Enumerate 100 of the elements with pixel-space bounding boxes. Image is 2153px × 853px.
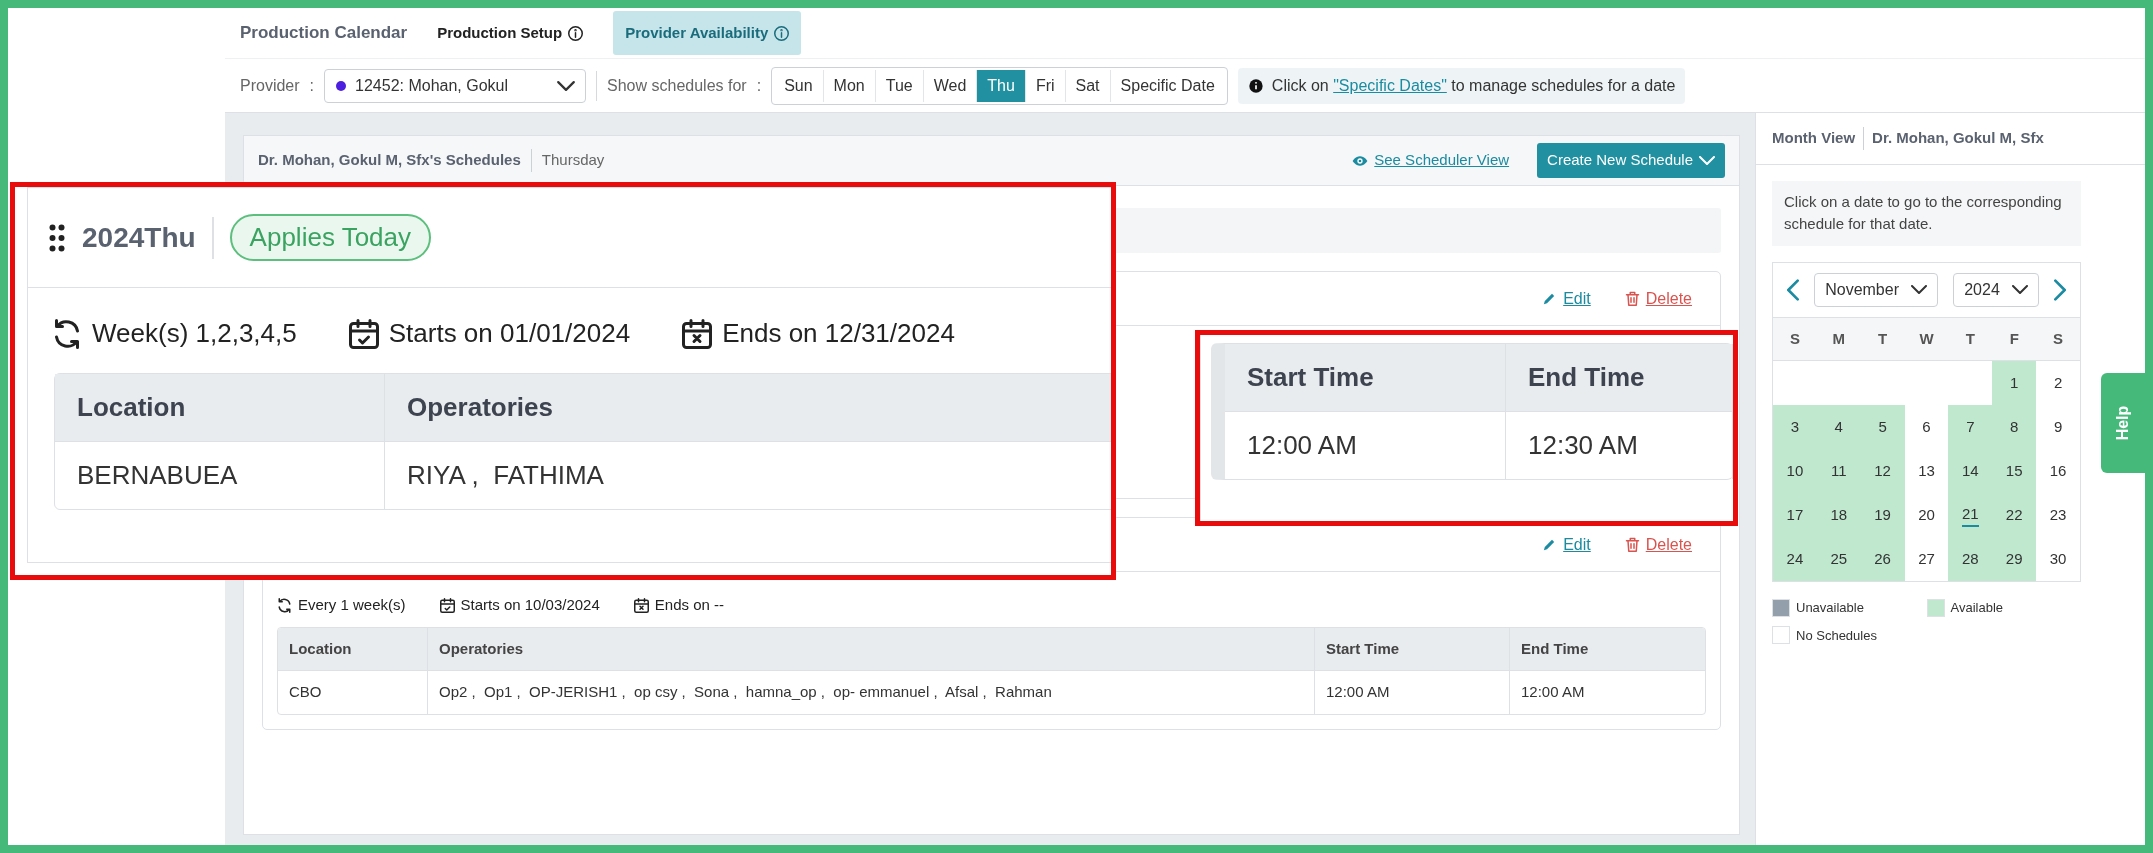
column-header: Location xyxy=(278,627,428,671)
info-icon xyxy=(568,25,584,41)
calendar-day[interactable]: 15 xyxy=(2005,459,2023,483)
calendar-day[interactable]: 19 xyxy=(1874,503,1891,527)
specific-dates-link[interactable]: "Specific Dates" xyxy=(1333,76,1447,94)
calendar-day[interactable]: 28 xyxy=(1962,547,1979,571)
day-toggle[interactable]: Sat xyxy=(1065,69,1111,102)
recurrence-text: Week(s) 1,2,3,4,5 xyxy=(92,317,297,350)
calendar-day[interactable]: 21 xyxy=(1962,502,1979,528)
weekday-label: M xyxy=(1831,328,1846,349)
delete-link[interactable]: Delete xyxy=(1624,286,1692,311)
column-header: Location xyxy=(55,374,385,442)
end-date-text: Ends on -- xyxy=(654,595,724,615)
tab[interactable]: Provider Availability xyxy=(613,10,802,56)
day-toggle[interactable]: Specific Date xyxy=(1110,69,1225,102)
calendar-day[interactable]: 12 xyxy=(1874,459,1891,483)
day-label: Thursday xyxy=(530,149,605,172)
table-cell: 12:00 AM xyxy=(1225,412,1506,479)
start-date-text: Starts on 10/03/2024 xyxy=(460,595,600,615)
info-text: Click on a date to go to the corresponding schedule for that date. xyxy=(1772,180,2081,246)
calendar-day[interactable]: 16 xyxy=(2049,459,2067,483)
calendar-day[interactable]: 24 xyxy=(1786,547,1804,571)
table-cell: CBO xyxy=(278,671,428,714)
delete-link[interactable]: Delete xyxy=(1624,532,1692,557)
field-label: Provider xyxy=(240,75,300,96)
end-date-text: Ends on 12/31/2024 xyxy=(722,317,955,350)
legend-label: Available xyxy=(1950,599,2004,617)
calendar-day[interactable]: 7 xyxy=(1966,415,1975,439)
day-toggle[interactable]: Mon xyxy=(823,69,876,102)
calendar-day[interactable]: 18 xyxy=(1830,503,1848,527)
calendar-day[interactable]: 30 xyxy=(2049,547,2067,571)
calendar-day[interactable]: 5 xyxy=(1878,415,1887,439)
calendar-day[interactable]: 8 xyxy=(2010,415,2019,439)
weekday-label: S xyxy=(2052,328,2065,349)
legend-label: Unavailable xyxy=(1796,599,1864,617)
sync-icon xyxy=(277,597,292,613)
calendar-check-icon xyxy=(348,318,379,349)
calendar-day[interactable]: 17 xyxy=(1786,503,1804,527)
calendar-day[interactable]: 9 xyxy=(2053,415,2063,439)
separator-text: : xyxy=(309,75,315,96)
next-month-button[interactable] xyxy=(2053,277,2066,302)
calendar-day[interactable]: 23 xyxy=(2049,503,2067,527)
day-toggle[interactable]: Thu xyxy=(977,69,1026,102)
separator-text: : xyxy=(756,75,762,96)
trash-icon xyxy=(1624,291,1640,306)
drag-handle-icon xyxy=(48,222,66,253)
table-cell: 12:30 AM xyxy=(1506,412,1733,479)
page-title: Production Calendar xyxy=(240,22,408,45)
status-dot-icon xyxy=(335,79,348,92)
provider-name: Dr. Mohan, Gokul M, Sfx xyxy=(1863,127,2044,150)
calendar-day[interactable]: 25 xyxy=(1830,547,1848,571)
sync-icon xyxy=(52,318,82,349)
column-header: End Time xyxy=(1510,627,1705,671)
chevron-down-icon xyxy=(1911,285,1927,294)
weekday-label: T xyxy=(1877,328,1889,349)
calendar-day[interactable]: 29 xyxy=(2005,547,2023,571)
edit-link[interactable]: Edit xyxy=(1542,532,1591,557)
weekday-label: S xyxy=(1788,328,1801,349)
chevron-left-icon xyxy=(1787,279,1799,302)
calendar-x-icon xyxy=(682,318,713,349)
calendar-day[interactable]: 10 xyxy=(1786,459,1804,483)
day-toggle[interactable]: Tue xyxy=(875,69,924,102)
calendar-day[interactable]: 20 xyxy=(1918,503,1935,527)
provider-select[interactable]: 12452: Mohan, Gokul xyxy=(324,68,587,103)
calendar-day[interactable]: 6 xyxy=(1922,415,1931,439)
calendar-day[interactable]: 3 xyxy=(1790,415,1800,439)
weekday-label: F xyxy=(2008,328,2020,349)
calendar-day[interactable]: 11 xyxy=(1831,459,1847,483)
calendar-day[interactable]: 4 xyxy=(1834,415,1843,439)
scheduler-view-link[interactable]: See Scheduler View xyxy=(1352,149,1510,172)
calendar-day[interactable]: 22 xyxy=(2005,503,2023,527)
calendar-day[interactable]: 1 xyxy=(2010,371,2019,395)
table-cell: Op2 , Op1 , OP-JERISH1 , op csy , Sona , hamna_op , op- emmanuel , Afsal , Rahman xyxy=(428,671,1315,714)
status-badge: Applies Today xyxy=(229,214,432,261)
calendar-day[interactable]: 2 xyxy=(2053,371,2063,395)
weekday-label: T xyxy=(1964,328,1976,349)
year-select[interactable]: 2024 xyxy=(1953,272,2039,307)
chevron-down-icon xyxy=(2011,285,2028,294)
calendar-x-icon xyxy=(633,597,649,613)
panel-title: Month View xyxy=(1772,128,1856,148)
weekday-label: W xyxy=(1918,328,1935,349)
calendar-day[interactable]: 27 xyxy=(1918,547,1935,571)
calendar-day[interactable]: 13 xyxy=(1918,459,1935,483)
edit-link[interactable]: Edit xyxy=(1542,286,1591,311)
hint-text: Click on "Specific Dates" to manage schedules for a date xyxy=(1271,75,1676,96)
tab[interactable]: Production Setup xyxy=(425,10,596,56)
calendar-day[interactable]: 14 xyxy=(1962,459,1979,483)
day-toggle[interactable]: Fri xyxy=(1025,69,1066,102)
calendar-day[interactable]: 26 xyxy=(1874,547,1891,571)
info-icon xyxy=(774,25,790,41)
create-schedule-button[interactable]: Create New Schedule xyxy=(1537,143,1725,178)
column-header: Operatories xyxy=(428,627,1315,671)
previous-month-button[interactable] xyxy=(1787,277,1799,302)
schedule-title: 2024Thu xyxy=(82,216,214,259)
table-cell: BERNABUEA xyxy=(55,442,385,509)
day-toggle[interactable]: Sun xyxy=(774,69,824,102)
month-select[interactable]: November xyxy=(1814,272,1938,307)
chevron-right-icon xyxy=(2053,279,2066,302)
recurrence-text: Every 1 week(s) xyxy=(298,595,406,615)
table-cell-text: 12:00 AM xyxy=(1520,682,1586,702)
